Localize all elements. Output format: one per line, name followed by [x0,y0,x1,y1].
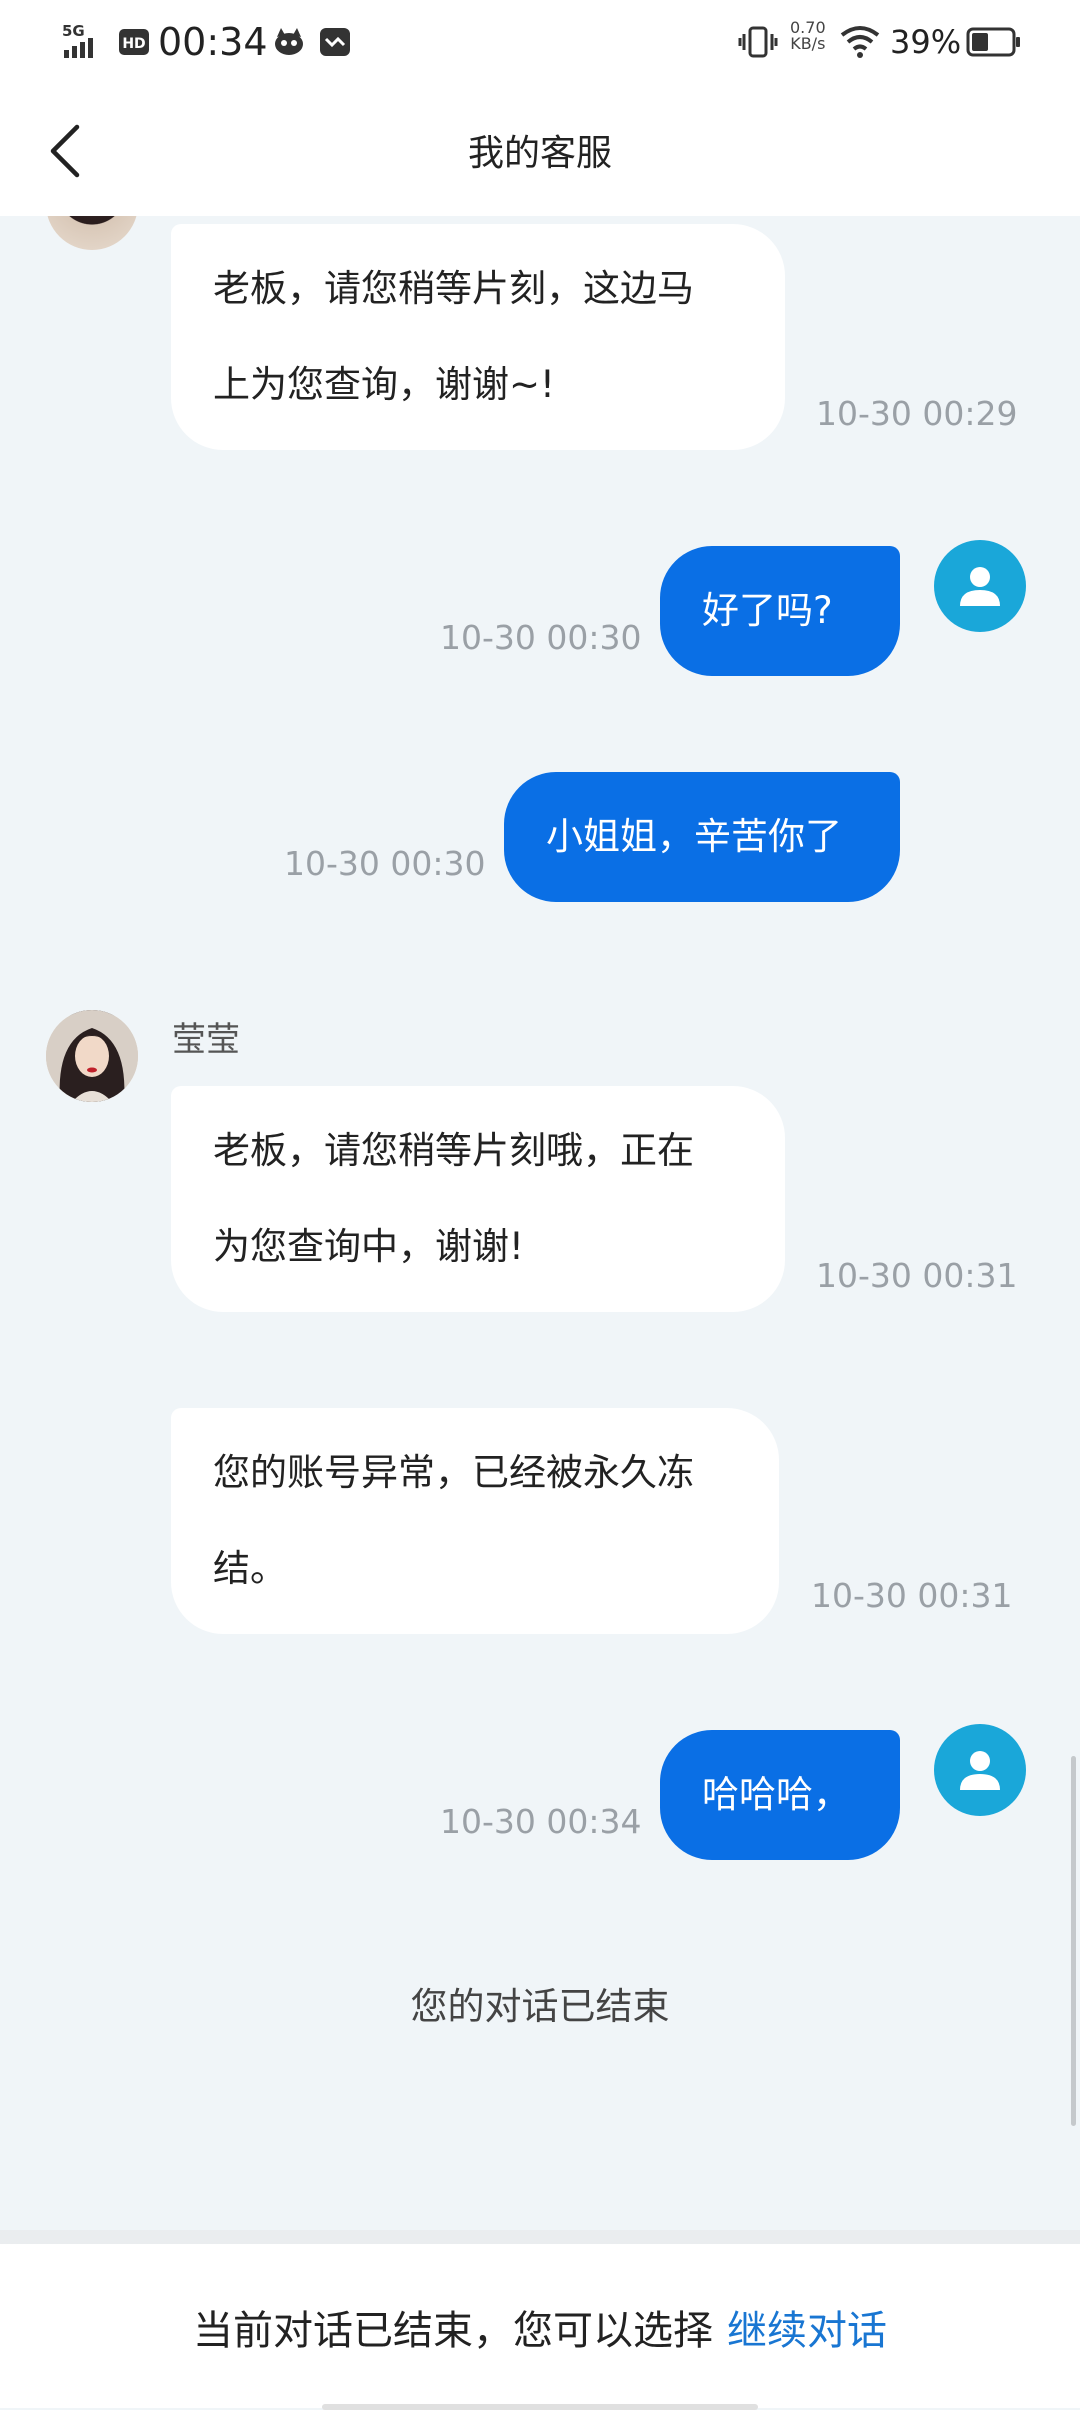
cellular-signal-icon: 5G [60,20,112,64]
agent-message-bubble: 老板，请您稍等片刻哦，正在 为您查询中，谢谢! [171,1086,785,1312]
person-icon [960,567,1000,606]
cat-app-icon [272,20,306,64]
hd-label: HD [122,36,145,52]
message-text: 哈哈哈， [702,1773,850,1816]
message-timestamp: 10-30 00:29 [816,394,1018,433]
conversation-ended-notice: 您的对话已结束 [410,1985,670,2028]
network-speed: 0.70 KB/s [790,20,826,64]
battery-icon [966,20,1022,64]
speed-unit: KB/s [790,34,826,53]
message-line: 您的账号异常，已经被永久冻 [213,1451,694,1494]
message-line: 老板，请您稍等片刻，这边马 [213,267,694,310]
chat-area[interactable]: 老板，请您稍等片刻，这边马 上为您查询，谢谢~! 10-30 00:29 好了吗… [0,216,1080,2230]
message-timestamp: 10-30 00:30 [284,844,486,883]
message-line: 为您查询中，谢谢! [213,1225,524,1268]
message-timestamp: 10-30 00:31 [811,1576,1013,1615]
nav-bar: 我的客服 [0,86,1080,216]
message-app-icon [318,20,352,64]
message-line: 结。 [213,1547,287,1590]
user-message-bubble: 好了吗? [660,546,900,676]
user-avatar [934,1724,1026,1816]
agent-avatar [46,1010,138,1102]
bottom-prompt: 当前对话已结束，您可以选择 [193,2308,713,2354]
home-indicator[interactable] [322,2404,758,2410]
vibrate-icon [738,20,778,64]
agent-name: 莹莹 [172,1020,240,1060]
message-timestamp: 10-30 00:31 [816,1256,1018,1295]
message-text: 小姐姐，辛苦你了 [546,815,842,858]
battery-percent: 39% [890,23,962,61]
status-time: 00:34 [158,20,268,64]
user-message-bubble: 小姐姐，辛苦你了 [504,772,900,902]
agent-avatar [46,216,138,250]
message-timestamp: 10-30 00:30 [440,618,642,657]
agent-message-bubble: 您的账号异常，已经被永久冻 结。 [171,1408,779,1634]
continue-chat-link[interactable]: 继续对话 [727,2308,887,2354]
wifi-icon [840,20,880,64]
message-line: 老板，请您稍等片刻哦，正在 [213,1129,694,1172]
hd-voice-icon: HD [118,20,150,64]
person-icon [960,1751,1000,1790]
agent-photo [46,1010,138,1102]
message-line: 上为您查询，谢谢~! [213,363,555,406]
message-text: 好了吗? [702,589,833,632]
user-avatar [934,540,1026,632]
bottom-message: 当前对话已结束，您可以选择 继续对话 [0,2298,1080,2356]
agent-message-bubble: 老板，请您稍等片刻，这边马 上为您查询，谢谢~! [171,224,785,450]
user-message-bubble: 哈哈哈， [660,1730,900,1860]
message-timestamp: 10-30 00:34 [440,1802,642,1841]
scrollbar[interactable] [1071,1756,1076,2126]
page-title: 我的客服 [467,133,612,174]
status-bar: 5G HD 00:34 0.70 KB/s 39% [0,0,1080,86]
network-label: 5G [62,22,85,40]
bottom-bar: 当前对话已结束，您可以选择 继续对话 [0,2230,1080,2410]
